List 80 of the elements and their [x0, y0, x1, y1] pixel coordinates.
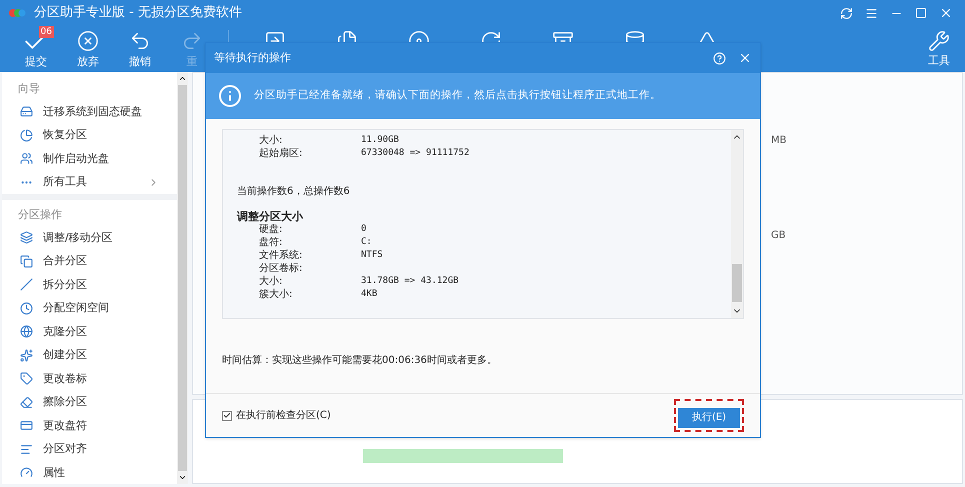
section-title: 分区操作: [17, 207, 63, 223]
scroll-down-icon[interactable]: [178, 473, 187, 482]
people-icon: [20, 152, 33, 166]
sidebar-item[interactable]: 克隆分区: [2, 320, 177, 344]
detail-value: 11.90GB: [361, 134, 399, 147]
time-estimate: 时间估算：实现这些操作可能需要花00:06:36时间或者更多。: [222, 354, 498, 368]
scroll-thumb[interactable]: [732, 264, 742, 302]
sidebar-item[interactable]: 分配空闲空间: [2, 296, 177, 320]
disk-size-label: MB: [771, 134, 786, 148]
card-icon: [20, 419, 33, 432]
tag-icon: [20, 372, 33, 386]
detail-value: 31.78GB => 43.12GB: [361, 275, 459, 288]
menu-icon[interactable]: [865, 6, 878, 20]
redo-icon: [181, 30, 203, 52]
sidebar-item[interactable]: 调整/移动分区: [2, 226, 177, 250]
sidebar-item[interactable]: 制作启动光盘: [2, 147, 177, 170]
execute-button[interactable]: 执行(E): [678, 408, 740, 428]
checkbox[interactable]: [222, 410, 232, 420]
help-icon[interactable]: [713, 52, 726, 64]
sparkle-icon: [20, 348, 33, 362]
detail-label: 起始扇区:: [259, 147, 304, 160]
undo-icon: [129, 30, 151, 52]
section-title: 向导: [17, 81, 41, 97]
eraser-icon: [20, 396, 33, 409]
wrench-icon: [928, 30, 950, 52]
disk-size-label: GB: [771, 229, 786, 243]
sidebar-item[interactable]: 分区对齐: [2, 438, 177, 461]
detail-value: 4KB: [361, 288, 378, 301]
check-option[interactable]: 在执行前检查分区(C): [222, 408, 331, 423]
copy-icon: [20, 254, 33, 268]
scrollbar[interactable]: [731, 130, 743, 318]
dialog-title: 等待执行的操作: [214, 50, 291, 66]
detail-value: C:: [361, 236, 372, 249]
close-icon[interactable]: [939, 6, 953, 20]
detail-label: 文件系统:: [259, 249, 304, 262]
gauge-icon: [20, 466, 33, 480]
refresh-icon[interactable]: [840, 6, 853, 20]
detail-value: NTFS: [361, 249, 383, 262]
scroll-up-icon[interactable]: [178, 74, 187, 83]
detail-label: 盘符:: [259, 236, 284, 249]
scrollbar[interactable]: [177, 72, 188, 484]
close-icon[interactable]: [738, 51, 752, 65]
toolbar-button[interactable]: 放弃: [62, 26, 114, 70]
detail-label: 硬盘:: [259, 223, 284, 236]
sidebar-item[interactable]: 迁移系统到固态硬盘: [2, 100, 177, 124]
sidebar-item[interactable]: 更改卷标: [2, 367, 177, 390]
detail-label: 簇大小:: [259, 288, 294, 301]
tools-button[interactable]: 工具: [921, 26, 957, 68]
sidebar-item[interactable]: 更改盘符: [2, 414, 177, 438]
detail-value: 67330048 => 91111752: [361, 147, 470, 160]
drive-icon: [20, 105, 33, 118]
sidebar-item[interactable]: 擦除分区: [2, 390, 177, 414]
operation-count: 当前操作数6，总操作数6: [237, 185, 351, 198]
cancel-icon: [77, 30, 99, 52]
sidebar-item[interactable]: 所有工具: [2, 170, 177, 194]
info-message: 分区助手已经准备就绪，请确认下面的操作，然后点击执行按钮让程序正式地工作。: [254, 88, 661, 104]
detail-value: 0: [361, 223, 366, 236]
slash-icon: [20, 278, 33, 292]
toolbar-button[interactable]: 提交 06: [10, 26, 62, 70]
sidebar-item[interactable]: 创建分区: [2, 344, 177, 367]
clock-icon: [20, 302, 33, 315]
sidebar-item[interactable]: 拆分分区: [2, 273, 177, 296]
scroll-thumb[interactable]: [178, 85, 187, 471]
detail-label: 分区卷标:: [259, 262, 304, 275]
toolbar-button[interactable]: 撤销: [114, 26, 166, 70]
detail-label: 大小:: [259, 134, 284, 147]
info-icon: [218, 84, 242, 108]
globe-icon: [20, 325, 33, 338]
maximize-icon[interactable]: [915, 7, 927, 19]
sidebar-item[interactable]: 恢复分区: [2, 124, 177, 147]
app-logo-icon: [8, 7, 26, 19]
count-badge: 06: [38, 26, 54, 38]
layers-icon: [20, 231, 33, 244]
align-icon: [20, 442, 33, 456]
sidebar-item[interactable]: 合并分区: [2, 250, 177, 273]
detail-label: 大小:: [259, 275, 284, 288]
operation-title: 调整分区大小: [237, 210, 304, 223]
sidebar-item[interactable]: 属性: [2, 461, 177, 484]
window-title: 分区助手专业版 - 无损分区免费软件: [34, 4, 242, 22]
pie-icon: [20, 128, 33, 142]
